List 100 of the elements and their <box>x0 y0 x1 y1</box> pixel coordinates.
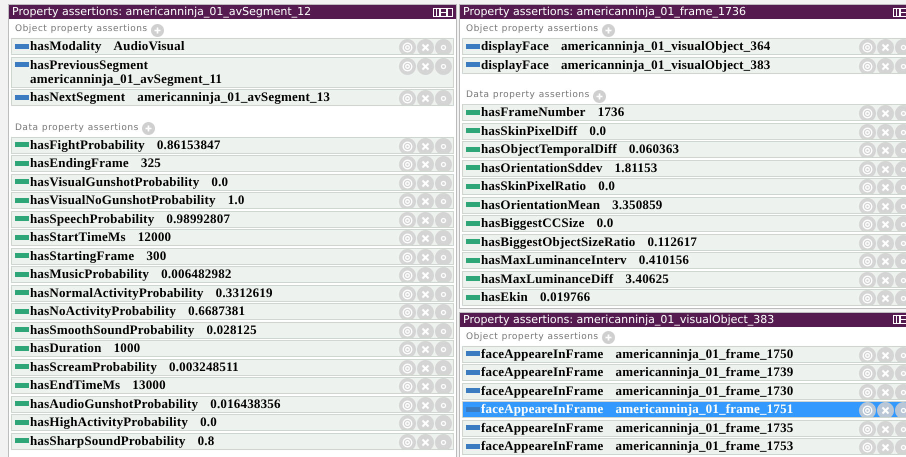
describe-button[interactable] <box>435 90 452 105</box>
delete-button[interactable] <box>877 39 894 54</box>
delete-button[interactable] <box>877 402 894 417</box>
delete-button[interactable] <box>877 58 894 72</box>
delete-button[interactable] <box>417 58 434 74</box>
annotate-button[interactable] <box>859 272 876 286</box>
annotate-button[interactable] <box>859 420 876 436</box>
annotate-button[interactable] <box>399 58 416 74</box>
annotate-button[interactable] <box>399 286 416 300</box>
delete-button[interactable] <box>417 39 434 54</box>
delete-button[interactable] <box>417 304 434 319</box>
describe-button[interactable] <box>435 322 452 338</box>
describe-button[interactable] <box>435 360 452 374</box>
delete-button[interactable] <box>877 384 894 398</box>
describe-button[interactable] <box>435 156 452 171</box>
describe-button[interactable] <box>435 378 452 393</box>
assertion-row[interactable]: hasNormalActivityProbability 0.3312619 <box>11 284 454 302</box>
delete-button[interactable] <box>877 234 894 250</box>
delete-button[interactable] <box>417 434 434 448</box>
annotate-button[interactable] <box>859 179 876 194</box>
delete-button[interactable] <box>417 341 434 356</box>
assertion-row[interactable]: hasMaxLuminanceInterv 0.410156 <box>462 252 906 269</box>
describe-button[interactable] <box>435 415 452 430</box>
assertion-row[interactable]: hasVisualGunshotProbability 0.0 <box>11 174 454 190</box>
delete-button[interactable] <box>877 253 894 268</box>
delete-button[interactable] <box>877 365 894 380</box>
assertion-row[interactable]: hasDuration 1000 <box>11 340 454 357</box>
delete-button[interactable] <box>417 174 434 190</box>
assertion-row[interactable]: hasHighActivityProbability 0.0 <box>11 414 454 431</box>
describe-button[interactable] <box>435 58 452 74</box>
assertion-row[interactable]: hasSkinPixelRatio 0.0 <box>462 178 906 195</box>
assertion-row[interactable]: hasSkinPixelDiff 0.0 <box>462 122 906 140</box>
delete-button[interactable] <box>877 198 894 212</box>
describe-button[interactable] <box>435 193 452 208</box>
annotate-button[interactable] <box>859 39 876 54</box>
delete-button[interactable] <box>417 248 434 264</box>
delete-button[interactable] <box>877 346 894 362</box>
annotate-button[interactable] <box>859 346 876 362</box>
annotate-button[interactable] <box>859 253 876 268</box>
delete-button[interactable] <box>877 105 894 120</box>
add-button[interactable] <box>142 122 155 135</box>
assertion-row[interactable]: displayFace americanninja_01_visualObject_383 <box>462 56 906 74</box>
annotate-button[interactable] <box>859 402 876 417</box>
describe-button[interactable] <box>435 39 452 54</box>
delete-button[interactable] <box>417 212 434 226</box>
add-button[interactable] <box>150 24 164 36</box>
annotate-button[interactable] <box>859 160 876 176</box>
annotate-button[interactable] <box>859 365 876 380</box>
delete-button[interactable] <box>877 216 894 231</box>
assertion-row[interactable]: hasOrientationMean 3.350859 <box>462 196 906 214</box>
describe-button[interactable] <box>435 230 452 245</box>
annotate-button[interactable] <box>399 193 416 208</box>
annotate-button[interactable] <box>399 156 416 171</box>
assertion-row[interactable]: hasStartTimeMs 12000 <box>11 229 454 246</box>
describe-button[interactable] <box>435 138 452 152</box>
annotate-button[interactable] <box>399 360 416 374</box>
annotate-button[interactable] <box>859 384 876 398</box>
describe-button[interactable] <box>435 174 452 190</box>
delete-button[interactable] <box>417 322 434 338</box>
annotate-button[interactable] <box>859 234 876 250</box>
annotate-button[interactable] <box>399 378 416 393</box>
delete-button[interactable] <box>877 290 894 305</box>
assertion-row[interactable]: hasMaxLuminanceDiff 3.40625 <box>462 270 906 288</box>
describe-button[interactable] <box>435 286 452 300</box>
assertion-row[interactable]: hasBiggestCCSize 0.0 <box>462 215 906 232</box>
delete-button[interactable] <box>877 142 894 157</box>
annotate-button[interactable] <box>399 267 416 282</box>
assertion-row[interactable]: hasScreamProbability 0.003248511 <box>11 358 454 376</box>
delete-button[interactable] <box>877 420 894 436</box>
delete-button[interactable] <box>417 396 434 412</box>
describe-button[interactable] <box>435 434 452 448</box>
delete-button[interactable] <box>877 439 894 454</box>
assertion-row[interactable]: faceAppeareInFrame americanninja_01_frame_1750 <box>462 346 906 362</box>
assertion-row[interactable]: faceAppeareInFrame americanninja_01_frame_1730 <box>462 382 906 400</box>
annotate-button[interactable] <box>859 290 876 305</box>
annotate-button[interactable] <box>399 174 416 190</box>
delete-button[interactable] <box>417 286 434 300</box>
annotate-button[interactable] <box>859 58 876 72</box>
annotate-button[interactable] <box>859 124 876 138</box>
delete-button[interactable] <box>877 179 894 194</box>
annotate-button[interactable] <box>399 90 416 105</box>
annotate-button[interactable] <box>859 142 876 157</box>
assertion-row[interactable]: hasEndTimeMs 13000 <box>11 377 454 394</box>
assertion-row[interactable]: hasObjectTemporalDiff 0.060363 <box>462 141 906 158</box>
assertion-row[interactable]: hasNoActivityProbability 0.6687381 <box>11 303 454 320</box>
assertion-row[interactable]: hasEndingFrame 325 <box>11 155 454 172</box>
annotate-button[interactable] <box>399 396 416 412</box>
assertion-row[interactable]: hasMusicProbability 0.006482982 <box>11 266 454 283</box>
delete-button[interactable] <box>877 272 894 286</box>
assertion-row[interactable]: hasBiggestObjectSizeRatio 0.112617 <box>462 234 906 250</box>
assertion-row[interactable]: hasStartingFrame 300 <box>11 248 454 264</box>
assertion-row[interactable]: hasSmoothSoundProbability 0.028125 <box>11 322 454 338</box>
delete-button[interactable] <box>417 138 434 152</box>
delete-button[interactable] <box>877 160 894 176</box>
annotate-button[interactable] <box>399 248 416 264</box>
assertion-row[interactable]: hasFightProbability 0.86153847 <box>11 136 454 154</box>
delete-button[interactable] <box>417 267 434 282</box>
assertion-row[interactable]: hasModality AudioVisual <box>11 38 454 55</box>
annotate-button[interactable] <box>399 415 416 430</box>
delete-button[interactable] <box>417 415 434 430</box>
